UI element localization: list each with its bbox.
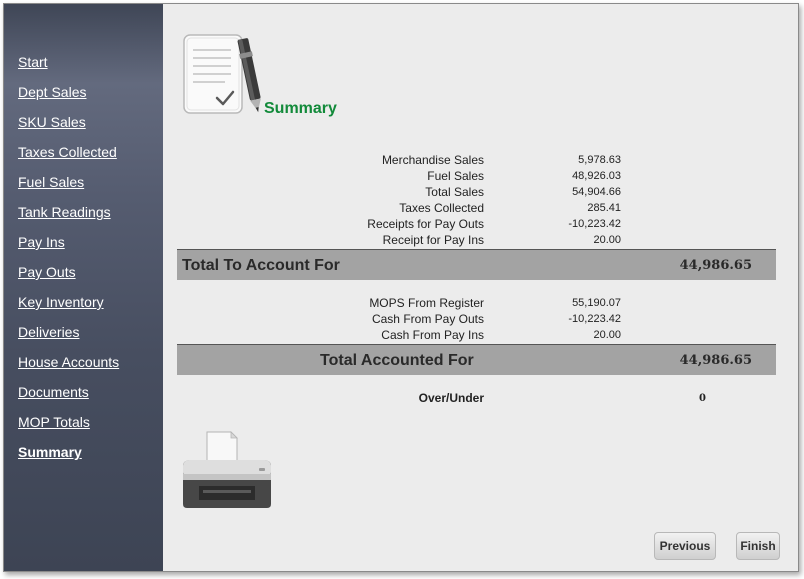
cash-pay-ins-value: 20.00 [593,329,621,341]
fuel-sales-value: 48,926.03 [572,170,621,182]
sidebar-item-house-accounts[interactable]: House Accounts [18,354,119,370]
sidebar-item-taxes-collected[interactable]: Taxes Collected [18,144,117,160]
total-accounted-bar: Total Accounted For 44,986.65 [177,344,776,375]
merchandise-sales-label: Merchandise Sales [381,153,484,167]
sidebar-item-sku-sales[interactable]: SKU Sales [18,114,86,130]
page-title: Summary [264,100,337,117]
sidebar-item-pay-ins[interactable]: Pay Ins [18,234,65,250]
mops-register-label: MOPS From Register [369,296,484,310]
total-accounted-value: 44,986.65 [679,353,752,368]
cash-pay-outs-label: Cash From Pay Outs [371,312,484,326]
merchandise-sales-value: 5,978.63 [578,154,621,166]
total-accounted-label: Total Accounted For [320,352,474,369]
total-sales-value: 54,904.66 [572,186,621,198]
taxes-collected-label: Taxes Collected [399,201,484,215]
total-sales-label: Total Sales [425,185,484,199]
total-to-account-label: Total To Account For [182,257,340,274]
cash-pay-ins-label: Cash From Pay Ins [381,328,484,342]
total-to-account-value: 44,986.65 [679,258,752,273]
sidebar-item-start[interactable]: Start [18,54,48,70]
sidebar-item-tank-readings[interactable]: Tank Readings [18,204,111,220]
window: Start Dept Sales SKU Sales Taxes Collect… [3,3,799,572]
mops-register-value: 55,190.07 [572,297,621,309]
sidebar-item-dept-sales[interactable]: Dept Sales [18,84,86,100]
main-content: Summary Merchandise Sales 5,978.63 Fuel … [163,4,798,571]
previous-button[interactable]: Previous [654,532,716,560]
receipts-pay-outs-value: -10,223.42 [568,218,621,230]
total-to-account-bar: Total To Account For 44,986.65 [177,249,776,280]
taxes-collected-value: 285.41 [587,202,621,214]
receipt-pay-ins-label: Receipt for Pay Ins [382,233,484,247]
sidebar-item-documents[interactable]: Documents [18,384,89,400]
receipt-pay-ins-value: 20.00 [593,234,621,246]
sidebar-item-summary[interactable]: Summary [18,444,82,460]
sidebar-item-pay-outs[interactable]: Pay Outs [18,264,76,280]
document-checklist-pen-icon [181,32,263,118]
receipts-pay-outs-label: Receipts for Pay Outs [367,217,484,231]
cash-pay-outs-value: -10,223.42 [568,313,621,325]
sidebar-item-fuel-sales[interactable]: Fuel Sales [18,174,84,190]
fuel-sales-label: Fuel Sales [427,169,484,183]
over-under-label: Over/Under [418,391,484,405]
sidebar-item-key-inventory[interactable]: Key Inventory [18,294,104,310]
finish-button[interactable]: Finish [736,532,780,560]
sidebar-nav: Start Dept Sales SKU Sales Taxes Collect… [4,4,163,571]
printer-icon[interactable] [179,430,275,512]
over-under-value: 0 [699,393,706,404]
sidebar-item-mop-totals[interactable]: MOP Totals [18,414,90,430]
sidebar-item-deliveries[interactable]: Deliveries [18,324,79,340]
